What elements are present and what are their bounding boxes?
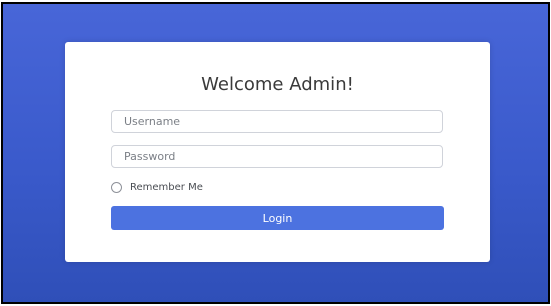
username-input[interactable] — [111, 110, 443, 133]
remember-me[interactable]: Remember Me — [111, 180, 203, 194]
page-background: Welcome Admin! Remember Me Login — [1, 2, 550, 304]
login-title: Welcome Admin! — [201, 74, 354, 95]
remember-me-checkbox[interactable] — [111, 181, 122, 193]
login-card: Welcome Admin! Remember Me Login — [65, 42, 490, 262]
remember-me-label: Remember Me — [130, 181, 203, 193]
password-input[interactable] — [111, 145, 443, 168]
login-button[interactable]: Login — [111, 206, 444, 230]
